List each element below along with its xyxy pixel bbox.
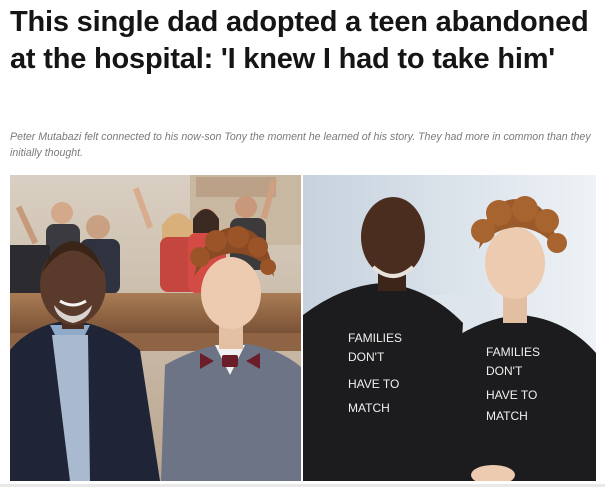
courtroom-photo: [10, 175, 301, 481]
shirt-text-line: DON'T: [486, 364, 523, 378]
article-headline: This single dad adopted a teen abandoned…: [10, 6, 589, 75]
shirt-text-line: HAVE TO: [486, 388, 537, 402]
shirt-text-line: MATCH: [348, 401, 390, 415]
matching-shirts-photo: FAMILIES DON'T HAVE TO MATCH FAMILIES DO…: [303, 175, 596, 481]
courtroom-photo-illustration: [10, 175, 301, 481]
shirt-text-line: MATCH: [486, 409, 528, 423]
shirt-text-line: FAMILIES: [486, 345, 540, 359]
article-subtitle: Peter Mutabazi felt connected to his now…: [10, 131, 591, 159]
shirt-text-line: FAMILIES: [348, 331, 402, 345]
shirt-text-line: HAVE TO: [348, 377, 399, 391]
matching-shirts-illustration: FAMILIES DON'T HAVE TO MATCH FAMILIES DO…: [303, 175, 596, 481]
shirt-text-line: DON'T: [348, 350, 385, 364]
